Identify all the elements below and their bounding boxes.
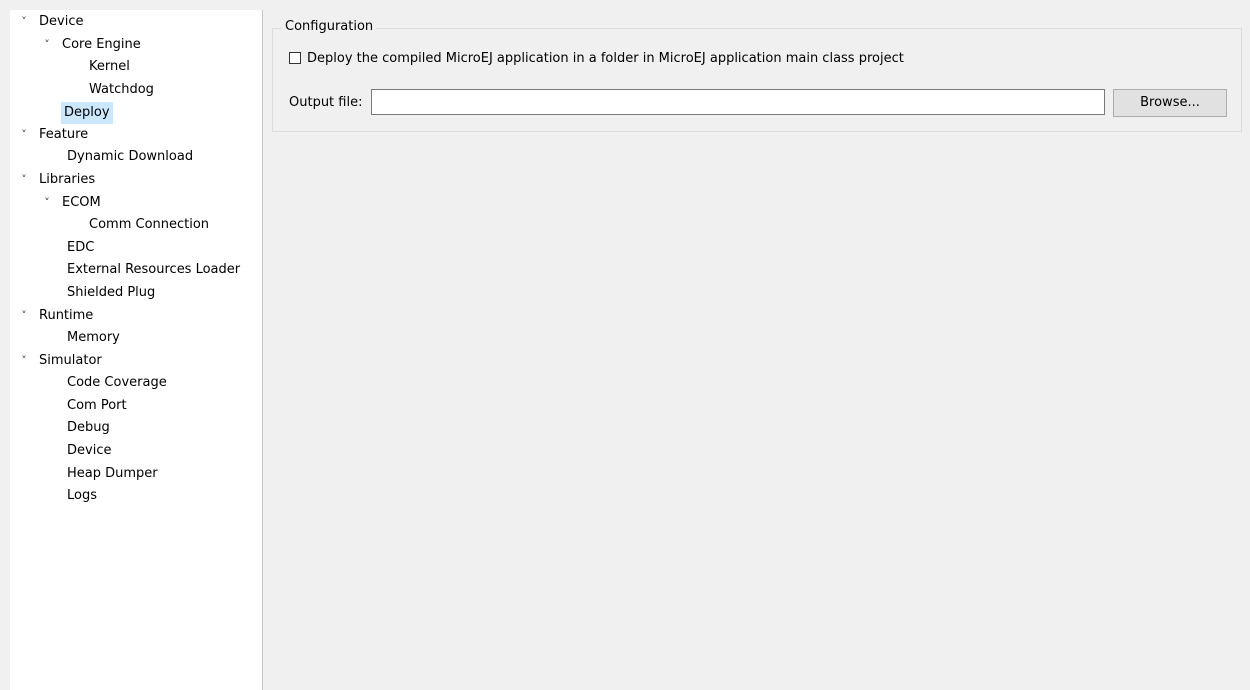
chevron-down-icon[interactable]: ˅ <box>18 305 30 327</box>
output-file-label: Output file: <box>289 95 363 110</box>
tree-item-label: Runtime <box>39 308 94 323</box>
options-tree: ˅ Device ˅ Core Engine Kernel Watchdog Dep… <box>10 10 263 690</box>
tree-item-dynamic-download[interactable]: Dynamic Download <box>64 146 196 168</box>
tree-item-core-engine[interactable]: ˅ Core Engine <box>41 34 144 56</box>
deploy-folder-checkbox-label: Deploy the compiled MicroEJ application … <box>307 51 904 66</box>
tree-item-simulator-device[interactable]: Device <box>64 440 114 462</box>
tree-item-label: Libraries <box>39 172 96 187</box>
tree-item-label: Kernel <box>89 59 130 74</box>
tree-item-memory[interactable]: Memory <box>64 327 123 349</box>
tree-item-label: Feature <box>39 127 89 142</box>
chevron-down-icon[interactable]: ˅ <box>18 169 30 191</box>
preferences-window: ˅ Device ˅ Core Engine Kernel Watchdog Dep… <box>0 0 1250 690</box>
output-file-input[interactable] <box>371 89 1105 115</box>
tree-item-label: Debug <box>67 420 110 435</box>
tree-item-edc[interactable]: EDC <box>64 237 97 259</box>
tree-item-label: Dynamic Download <box>67 149 194 164</box>
tree-item-comm-connection[interactable]: Comm Connection <box>86 214 212 236</box>
tree-item-watchdog[interactable]: Watchdog <box>86 79 157 101</box>
tree-item-device[interactable]: ˅ Device <box>18 11 86 33</box>
tree-item-label: Core Engine <box>62 37 141 52</box>
chevron-down-icon[interactable]: ˅ <box>41 192 53 214</box>
tree-item-label: Device <box>67 443 112 458</box>
tree-item-debug[interactable]: Debug <box>64 417 113 439</box>
chevron-down-icon[interactable]: ˅ <box>41 34 53 56</box>
tree-item-label: EDC <box>67 240 95 255</box>
tree-item-feature[interactable]: ˅ Feature <box>18 124 91 146</box>
tree-item-label: Com Port <box>67 398 127 413</box>
tree-item-label: Watchdog <box>89 82 154 97</box>
tree-item-label: Heap Dumper <box>67 466 158 481</box>
deploy-folder-option[interactable]: Deploy the compiled MicroEJ application … <box>289 50 904 68</box>
tree-item-label: Logs <box>67 488 97 503</box>
tree-item-label: Shielded Plug <box>67 285 156 300</box>
tree-item-label: Device <box>39 14 84 29</box>
tree-item-label: Code Coverage <box>67 375 167 390</box>
tree-item-label: Comm Connection <box>89 217 210 232</box>
deploy-folder-checkbox[interactable] <box>289 52 301 64</box>
chevron-down-icon[interactable]: ˅ <box>18 350 30 372</box>
tree-item-runtime[interactable]: ˅ Runtime <box>18 305 96 327</box>
tree-item-deploy[interactable]: Deploy <box>61 102 113 124</box>
tree-item-shielded-plug[interactable]: Shielded Plug <box>64 282 158 304</box>
tree-item-com-port[interactable]: Com Port <box>64 395 130 417</box>
tree-item-ecom[interactable]: ˅ ECOM <box>41 192 104 214</box>
configuration-group-title: Configuration <box>282 18 377 36</box>
tree-item-libraries[interactable]: ˅ Libraries <box>18 169 98 191</box>
tree-item-label: ECOM <box>62 195 101 210</box>
tree-item-label: Simulator <box>39 353 102 368</box>
tree-item-label: External Resources Loader <box>67 262 241 277</box>
tree-item-label: Memory <box>67 330 120 345</box>
tree-item-code-coverage[interactable]: Code Coverage <box>64 372 170 394</box>
configuration-group <box>272 28 1242 132</box>
tree-item-label: Deploy <box>61 102 113 124</box>
chevron-down-icon[interactable]: ˅ <box>18 124 30 146</box>
chevron-down-icon[interactable]: ˅ <box>18 11 30 33</box>
tree-item-kernel[interactable]: Kernel <box>86 56 133 78</box>
tree-item-heap-dumper[interactable]: Heap Dumper <box>64 463 161 485</box>
tree-item-external-resources-loader[interactable]: External Resources Loader <box>64 259 243 281</box>
tree-item-simulator[interactable]: ˅ Simulator <box>18 350 105 372</box>
tree-item-logs[interactable]: Logs <box>64 485 100 507</box>
browse-button[interactable]: Browse... <box>1113 89 1227 117</box>
